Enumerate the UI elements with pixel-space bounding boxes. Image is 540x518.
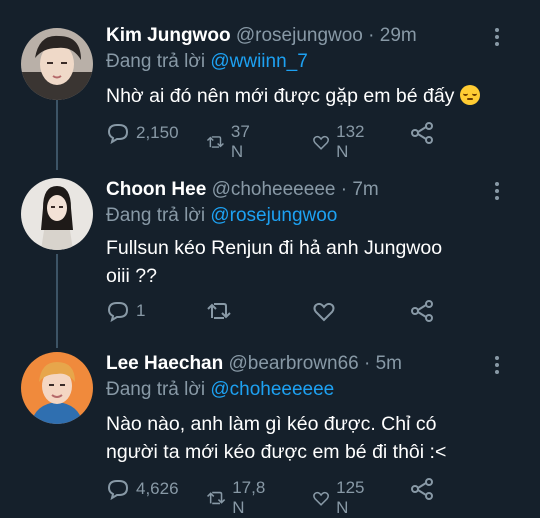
tweet-text-body: Nhờ ai đó nên mới được gặp em bé đấy [106,85,455,107]
retweet-icon [207,303,231,319]
tweet-kim-jungwoo[interactable]: Kim Jungwoo @rosejungwoo · 29m Đang trả … [0,24,540,174]
display-name[interactable]: Kim Jungwoo [106,25,231,46]
tweet-lee-haechan[interactable]: Lee Haechan @bearbrown66 · 5m Đang trả l… [0,352,540,517]
handle[interactable]: @rosejungwoo [236,25,363,46]
tweet-text: Nào nào, anh làm gì kéo được. Chỉ có ngư… [106,410,516,466]
like-button[interactable] [312,300,342,322]
timestamp[interactable]: · 7m [341,179,379,200]
share-icon [411,122,433,144]
like-count: 132 N [336,122,365,161]
reply-icon [107,124,129,144]
tweet-header: Lee Haechan @bearbrown66 · 5m [106,352,402,376]
reply-prefix: Đang trả lời [106,205,206,226]
relieved-face-emoji-icon [459,85,480,105]
like-button[interactable]: 125 N [312,478,370,518]
retweet-icon [206,136,224,148]
timestamp[interactable]: · 5m [364,353,402,374]
reply-mention-link[interactable]: @wwiinn_7 [210,51,307,72]
retweet-icon [207,491,226,505]
reply-context: Đang trả lời @rosejungwoo [106,204,337,228]
reply-count: 2,150 [136,123,179,142]
avatar[interactable] [21,352,93,424]
tweet-text-line: người ta mới kéo được em bé đi thôi :< [106,441,447,463]
tweet-text-line: oiii ?? [106,265,157,287]
reply-icon [107,302,129,322]
reply-button[interactable]: 2,150 [106,122,179,144]
heart-icon [313,302,335,322]
share-icon [411,300,433,322]
tweet-text-line: Nào nào, anh làm gì kéo được. Chỉ có [106,413,437,435]
retweet-button[interactable] [206,300,238,322]
heart-icon [313,135,329,150]
reply-button[interactable]: 4,626 [106,478,179,500]
tweet-text: Nhờ ai đó nên mới được gặp em bé đấy [106,82,516,110]
tweet-header: Choon Hee @choheeeeee · 7m [106,178,379,202]
reply-prefix: Đang trả lời [106,51,206,72]
like-count: 125 N [336,478,365,517]
reply-context: Đang trả lời @choheeeeee [106,378,334,402]
share-button[interactable] [410,300,434,322]
more-options-icon[interactable] [494,356,500,377]
share-button[interactable] [410,122,434,144]
reply-count: 4,626 [136,479,179,498]
avatar[interactable] [21,28,93,100]
retweet-button[interactable]: 37 N [206,122,257,162]
reply-count: 1 [136,301,146,320]
reply-button[interactable]: 1 [106,300,145,322]
reply-mention-link[interactable]: @choheeeeee [210,379,334,400]
tweet-text: Fullsun kéo Renjun đi hả anh Jungwoo oii… [106,234,516,290]
display-name[interactable]: Choon Hee [106,179,206,200]
heart-icon [313,491,329,506]
reply-prefix: Đang trả lời [106,379,206,400]
handle[interactable]: @choheeeeee [212,179,336,200]
share-icon [411,478,433,500]
retweet-count: 37 N [230,122,250,161]
timestamp[interactable]: · 29m [368,25,417,46]
like-button[interactable]: 132 N [312,122,370,162]
tweet-header: Kim Jungwoo @rosejungwoo · 29m [106,24,417,48]
tweet-text-line: Fullsun kéo Renjun đi hả anh Jungwoo [106,237,443,259]
handle[interactable]: @bearbrown66 [229,353,359,374]
display-name[interactable]: Lee Haechan [106,353,223,374]
more-options-icon[interactable] [494,182,500,203]
reply-context: Đang trả lời @wwiinn_7 [106,50,308,74]
share-button[interactable] [410,478,434,500]
tweet-choon-hee[interactable]: Choon Hee @choheeeeee · 7m Đang trả lời … [0,178,540,328]
retweet-count: 17,8 N [232,478,266,517]
reply-mention-link[interactable]: @rosejungwoo [210,205,337,226]
retweet-button[interactable]: 17,8 N [206,478,271,518]
reply-icon [107,480,129,500]
avatar[interactable] [21,178,93,250]
more-options-icon[interactable] [494,28,500,49]
